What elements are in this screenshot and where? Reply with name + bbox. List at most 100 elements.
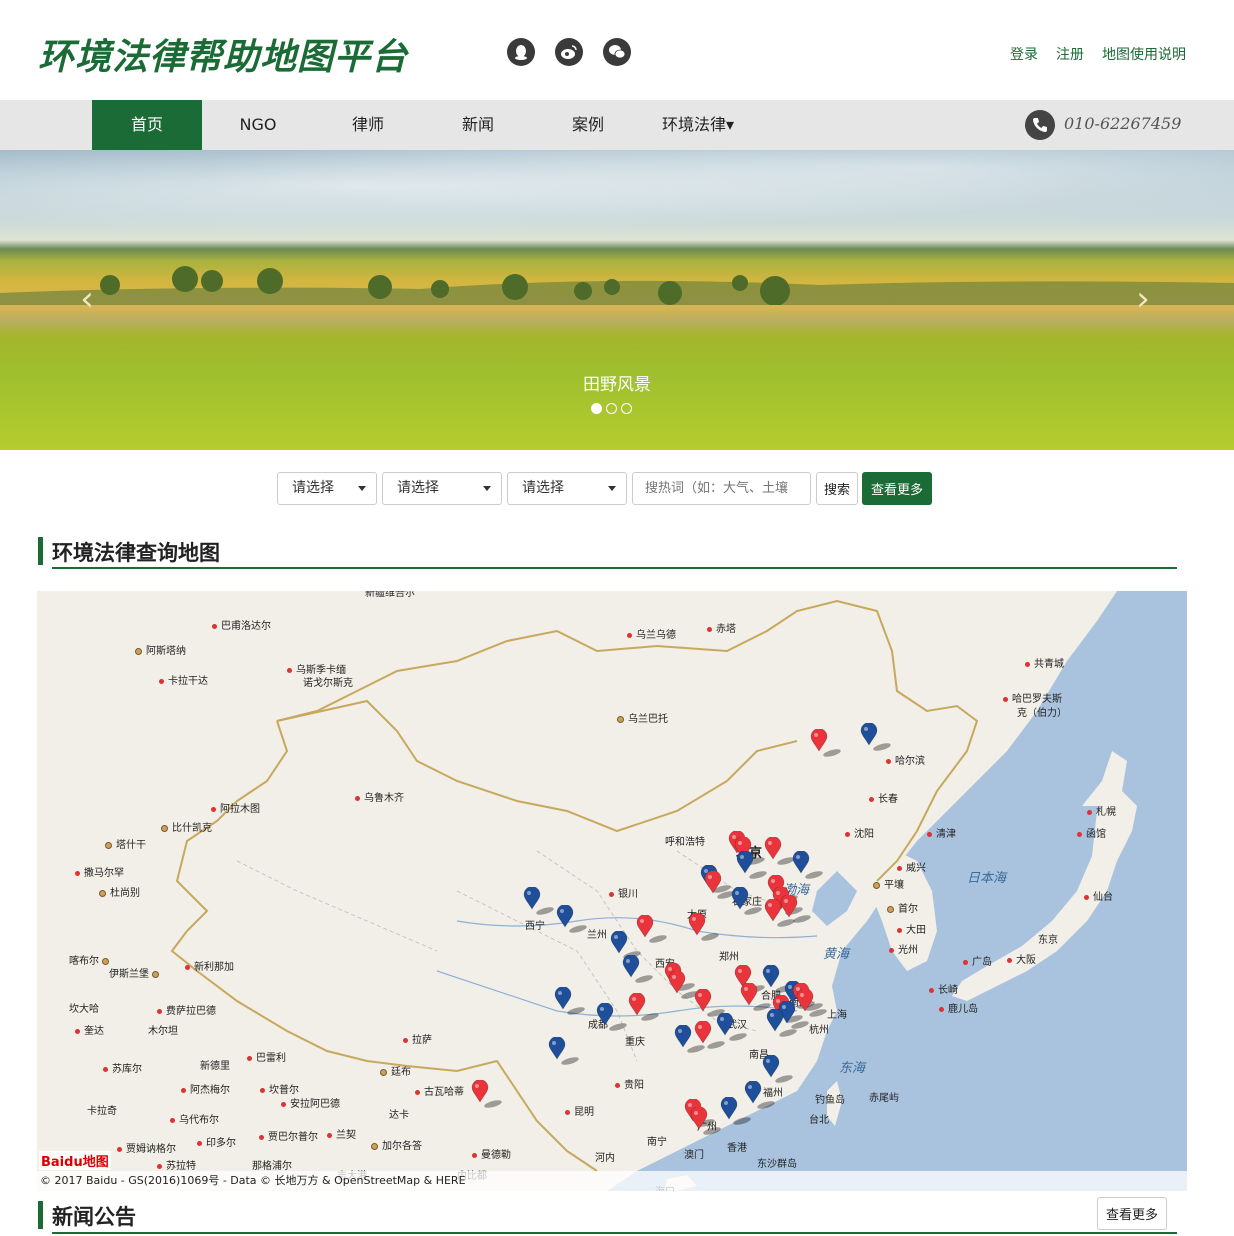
map-label: 廷布 — [380, 1063, 411, 1078]
carousel-dot[interactable] — [591, 403, 602, 414]
map-pin-icon[interactable] — [780, 895, 811, 923]
map-label: 重庆 — [625, 1037, 645, 1048]
map-pin-icon[interactable] — [762, 1055, 793, 1083]
carousel-indicators — [591, 403, 632, 414]
map-label: 东沙群岛 — [757, 1159, 797, 1170]
map-label: 光州 — [889, 941, 918, 956]
map-label: 乌代布尔 — [170, 1111, 219, 1126]
chevron-right-icon[interactable]: › — [1128, 282, 1158, 316]
site-header: 环境法律帮助地图平台 登录 注册 地图使用说明 — [0, 0, 1234, 100]
map-sea-label: 东海 — [839, 1061, 866, 1076]
map-label: 兰契 — [327, 1126, 356, 1141]
chevron-left-icon[interactable]: ‹ — [72, 282, 102, 316]
banner-caption: 田野风景 — [583, 375, 651, 395]
map-pin-icon[interactable] — [668, 971, 699, 999]
nav-lawyers[interactable]: 律师 — [313, 100, 423, 150]
map-pin-icon[interactable] — [704, 871, 735, 899]
map-pin-icon[interactable] — [596, 1003, 627, 1031]
map-label: 乌兰巴托 — [617, 710, 668, 725]
map-pin-icon[interactable] — [810, 729, 841, 757]
map-pin-icon[interactable] — [554, 987, 585, 1015]
map-label: 乌兰乌德 — [627, 626, 676, 641]
map-pin-icon[interactable] — [731, 887, 762, 915]
map-label: 共青城 — [1025, 655, 1064, 670]
nav-news[interactable]: 新闻 — [423, 100, 533, 150]
map-help-link[interactable]: 地图使用说明 — [1102, 44, 1186, 64]
nav-cases[interactable]: 案例 — [533, 100, 643, 150]
city-select[interactable]: 请选择 — [382, 472, 502, 505]
map-label: 阿拉木图 — [211, 800, 260, 815]
map-pin-icon[interactable] — [766, 1009, 797, 1037]
map-pin-icon[interactable] — [688, 913, 719, 941]
province-select[interactable]: 请选择 — [277, 472, 377, 505]
hero-banner: ‹ › 田野风景 — [0, 150, 1234, 450]
map-label: 赤尾屿 — [869, 1093, 899, 1104]
carousel-dot[interactable] — [606, 403, 617, 414]
nav-env-law-dropdown[interactable]: 环境法律▾ — [643, 100, 753, 150]
map-label: 克（伯力） — [1017, 708, 1067, 719]
map-sea-label: 日本海 — [967, 871, 1007, 886]
map-label: 印多尔 — [197, 1134, 236, 1149]
weibo-icon[interactable] — [555, 38, 583, 66]
qq-icon[interactable] — [507, 38, 535, 66]
map-pin-icon[interactable] — [548, 1037, 579, 1065]
keyword-search-input[interactable] — [632, 472, 811, 505]
map-label: 古瓦哈蒂 — [415, 1083, 464, 1098]
news-section-title: 新闻公告 — [52, 1205, 136, 1229]
select-value: 请选择 — [522, 480, 564, 496]
site-logo[interactable]: 环境法律帮助地图平台 — [38, 28, 408, 80]
map-label: 昆明 — [565, 1103, 594, 1118]
map-label: 塔什干 — [105, 836, 146, 851]
banner-tree-line — [0, 266, 1234, 305]
wechat-icon[interactable] — [603, 38, 631, 66]
map-section-title: 环境法律查询地图 — [52, 541, 220, 565]
map-pin-icon[interactable] — [792, 851, 823, 879]
nav-ngo[interactable]: NGO — [203, 100, 313, 150]
map-label: 沈阳 — [845, 825, 874, 840]
map-label: 台北 — [809, 1115, 829, 1126]
map-pin-icon[interactable] — [674, 1025, 705, 1053]
map-label: 木尔坦 — [148, 1026, 178, 1037]
map-pin-icon[interactable] — [690, 1107, 721, 1135]
map-label: 卡拉干达 — [159, 672, 208, 687]
map-label: 清津 — [927, 825, 956, 840]
map-pin-icon[interactable] — [740, 983, 771, 1011]
map-label: 新德里 — [200, 1061, 230, 1072]
map-label: 乌鲁木齐 — [355, 789, 404, 804]
map-pin-icon[interactable] — [762, 965, 793, 993]
search-button[interactable]: 搜索 — [816, 472, 858, 505]
map-label: 平壤 — [873, 876, 904, 891]
map-label: 安拉阿巴德 — [281, 1095, 340, 1110]
map-pin-icon[interactable] — [694, 989, 725, 1017]
carousel-dot[interactable] — [621, 403, 632, 414]
environmental-law-map[interactable]: 新疆维吾尔 巴甫洛达尔 阿斯塔纳 卡拉干达 乌斯季卡缅 诺戈尔斯克 乌兰乌德 赤… — [37, 591, 1187, 1191]
map-pin-icon[interactable] — [471, 1080, 502, 1108]
news-view-more-button[interactable]: 查看更多 — [1097, 1197, 1167, 1230]
map-label: 诺戈尔斯克 — [303, 678, 353, 689]
map-pin-icon[interactable] — [860, 723, 891, 751]
map-label: 达卡 — [389, 1110, 409, 1121]
map-label: 呼和浩特 — [665, 837, 705, 848]
map-label: 贾姆讷格尔 — [117, 1140, 176, 1155]
map-label: 那格浦尔 — [252, 1161, 292, 1172]
map-pin-icon[interactable] — [556, 905, 587, 933]
category-select[interactable]: 请选择 — [507, 472, 627, 505]
map-label: 加尔各答 — [371, 1137, 422, 1152]
map-label: 喀布尔 — [69, 952, 113, 967]
map-label: 阿斯塔纳 — [135, 642, 186, 657]
login-link[interactable]: 登录 — [1010, 44, 1038, 64]
map-label: 哈巴罗夫斯 — [1003, 690, 1062, 705]
nav-home[interactable]: 首页 — [92, 100, 202, 150]
map-label: 卡拉奇 — [87, 1106, 117, 1117]
map-label: 撒马尔罕 — [75, 864, 124, 879]
map-pin-icon[interactable] — [523, 887, 554, 915]
main-nav: 首页 NGO 律师 新闻 案例 环境法律▾ 010-62267459 — [0, 100, 1234, 150]
map-pin-icon[interactable] — [622, 955, 653, 983]
map-sea-label: 黄海 — [823, 947, 850, 962]
map-label: 赤塔 — [707, 620, 736, 635]
register-link[interactable]: 注册 — [1056, 44, 1084, 64]
map-label: 拉萨 — [403, 1031, 432, 1046]
map-pin-icon[interactable] — [694, 1021, 725, 1049]
view-more-button[interactable]: 查看更多 — [862, 472, 932, 505]
map-pin-icon[interactable] — [610, 931, 641, 959]
